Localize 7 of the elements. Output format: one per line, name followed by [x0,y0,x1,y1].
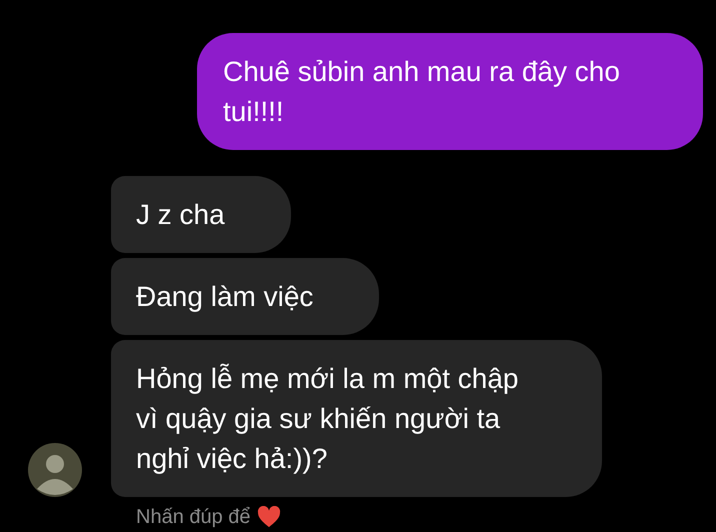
received-message: J z cha [111,176,291,253]
sent-message: Chuê sủbin anh mau ra đây cho tui!!!! [197,33,703,150]
avatar [28,443,82,497]
reaction-hint: Nhấn đúp để [136,506,251,528]
received-message: Hỏng lễ mẹ mới la m một chập vì quậy gia sư khiến người ta nghỉ việc hả:))? [111,340,602,497]
heart-icon [256,506,281,528]
received-message: Đang làm việc [111,258,380,335]
